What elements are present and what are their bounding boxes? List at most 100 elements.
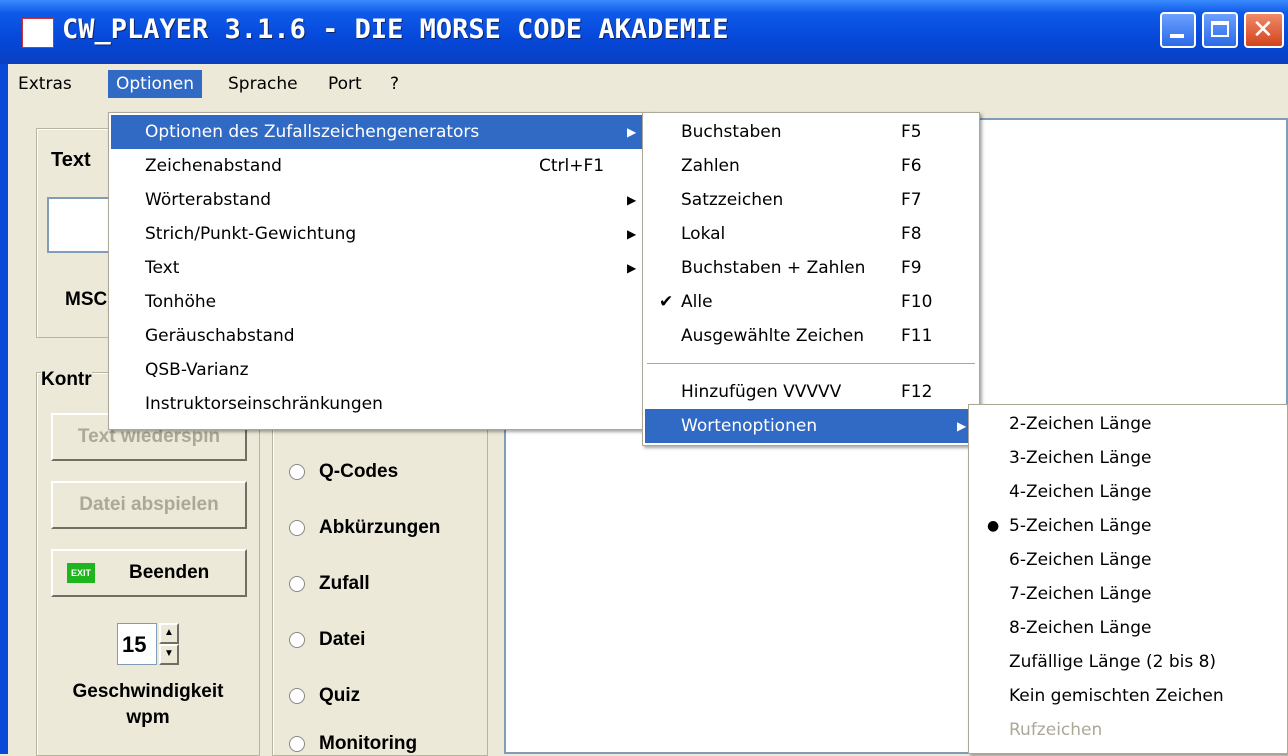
menu-item-shortcut: F7	[901, 190, 922, 210]
menu-item-woerterabstand[interactable]: Wörterabstand ▶	[111, 183, 651, 217]
menu-help[interactable]: ?	[382, 70, 407, 98]
menu-item-label: 6-Zeichen Länge	[1009, 550, 1152, 570]
menu-bar: Extras Optionen Sprache Port ?	[8, 64, 1288, 103]
menu-item-buchstaben[interactable]: Buchstaben F5	[645, 115, 977, 149]
menu-item-shortcut: F11	[901, 326, 933, 346]
window-title: CW_PLAYER 3.1.6 - DIE MORSE CODE AKADEMI…	[62, 14, 729, 45]
submenu-arrow-icon: ▶	[627, 261, 637, 275]
radio-label: Monitoring	[319, 733, 418, 754]
radio-button	[289, 464, 305, 480]
menu-item-tonhoehe[interactable]: Tonhöhe	[111, 285, 651, 319]
menu-item-rufzeichen[interactable]: Rufzeichen	[971, 713, 1285, 747]
speed-value-field[interactable]: 15	[117, 623, 157, 665]
menu-item-zahlen[interactable]: Zahlen F6	[645, 149, 977, 183]
menu-item-label: Hinzufügen VVVVV	[681, 382, 842, 402]
menu-item-ausgewaehlte[interactable]: Ausgewählte Zeichen F11	[645, 319, 977, 353]
menu-item-shortcut: F8	[901, 224, 922, 244]
bullet-icon: ●	[987, 518, 1000, 534]
menu-item-label: Instruktorseinschränkungen	[145, 394, 383, 414]
play-file-button[interactable]: Datei abspielen	[51, 481, 247, 529]
radio-button	[289, 736, 305, 752]
radio-button	[289, 520, 305, 536]
menu-item-no-mixed[interactable]: Kein gemischten Zeichen	[971, 679, 1285, 713]
menu-optionen[interactable]: Optionen	[108, 70, 202, 98]
speed-down-button[interactable]: ▼	[159, 644, 179, 665]
menu-item-label: Alle	[681, 292, 713, 312]
menu-item-shortcut: F12	[901, 382, 933, 402]
menu-item-lokal[interactable]: Lokal F8	[645, 217, 977, 251]
menu-item-label: 5-Zeichen Länge	[1009, 516, 1152, 536]
speed-up-button[interactable]: ▲	[159, 623, 179, 644]
menu-item-weighting[interactable]: Strich/Punkt-Gewichtung ▶	[111, 217, 651, 251]
radio-button	[289, 632, 305, 648]
menu-item-text[interactable]: Text ▶	[111, 251, 651, 285]
app-window: CW_PLAYER 3.1.6 - DIE MORSE CODE AKADEMI…	[0, 0, 1288, 756]
menu-item-zeichenabstand[interactable]: Zeichenabstand Ctrl+F1	[111, 149, 651, 183]
menu-port[interactable]: Port	[320, 70, 370, 98]
maximize-icon	[1211, 21, 1229, 37]
optionen-menu: Optionen des Zufallszeichengenerators ▶ …	[108, 112, 654, 430]
menu-item-len-7[interactable]: 7-Zeichen Länge	[971, 577, 1285, 611]
menu-item-label: Buchstaben	[681, 122, 782, 142]
submenu-arrow-icon: ▶	[627, 125, 637, 139]
minimize-icon	[1170, 34, 1184, 38]
speed-unit-label: wpm	[126, 707, 170, 728]
menu-separator	[647, 363, 975, 365]
menu-item-label: Zeichenabstand	[145, 156, 282, 176]
menu-item-label: Text	[145, 258, 180, 278]
maximize-button[interactable]	[1202, 12, 1238, 48]
menu-sprache[interactable]: Sprache	[220, 70, 306, 98]
menu-item-len-5[interactable]: ● 5-Zeichen Länge	[971, 509, 1285, 543]
menu-item-len-4[interactable]: 4-Zeichen Länge	[971, 475, 1285, 509]
menu-item-label: Lokal	[681, 224, 726, 244]
generator-submenu: Buchstaben F5 Zahlen F6 Satzzeichen F7 L…	[642, 112, 980, 446]
radio-label: Q-Codes	[319, 461, 399, 482]
msc-label: MSC	[65, 289, 108, 310]
menu-item-len-8[interactable]: 8-Zeichen Länge	[971, 611, 1285, 645]
menu-item-label: Wortenoptionen	[681, 416, 818, 436]
wortenoptionen-submenu: 2-Zeichen Länge 3-Zeichen Länge 4-Zeiche…	[968, 404, 1288, 754]
menu-item-qsb[interactable]: QSB-Varianz	[111, 353, 651, 387]
submenu-arrow-icon: ▶	[957, 419, 967, 433]
menu-item-instructor[interactable]: Instruktorseinschränkungen	[111, 387, 651, 421]
menu-item-label: Geräuschabstand	[145, 326, 295, 346]
menu-item-label: Tonhöhe	[145, 292, 217, 312]
exit-button[interactable]: EXIT Beenden	[51, 549, 247, 597]
menu-item-shortcut: F5	[901, 122, 922, 142]
menu-item-geraeuschabstand[interactable]: Geräuschabstand	[111, 319, 651, 353]
menu-item-vvvvv[interactable]: Hinzufügen VVVVV F12	[645, 375, 977, 409]
menu-item-len-2[interactable]: 2-Zeichen Länge	[971, 407, 1285, 441]
menu-item-shortcut: F6	[901, 156, 922, 176]
menu-item-satzzeichen[interactable]: Satzzeichen F7	[645, 183, 977, 217]
menu-item-buchstaben-zahlen[interactable]: Buchstaben + Zahlen F9	[645, 251, 977, 285]
minimize-button[interactable]	[1160, 12, 1196, 48]
control-group-label: Kontr	[41, 369, 92, 391]
menu-item-label: 2-Zeichen Länge	[1009, 414, 1152, 434]
menu-item-len-6[interactable]: 6-Zeichen Länge	[971, 543, 1285, 577]
submenu-arrow-icon: ▶	[627, 193, 637, 207]
menu-item-label: Kein gemischten Zeichen	[1009, 686, 1224, 706]
speed-value: 15	[122, 632, 147, 657]
radio-button	[289, 576, 305, 592]
radio-label: Quiz	[319, 685, 361, 706]
menu-item-alle[interactable]: ✔ Alle F10	[645, 285, 977, 319]
close-button[interactable]: ✕	[1244, 12, 1284, 48]
menu-item-generator-options[interactable]: Optionen des Zufallszeichengenerators ▶	[111, 115, 651, 149]
menu-item-label: Rufzeichen	[1009, 720, 1103, 740]
menu-item-label: Buchstaben + Zahlen	[681, 258, 866, 278]
title-bar[interactable]: CW_PLAYER 3.1.6 - DIE MORSE CODE AKADEMI…	[0, 0, 1288, 64]
speed-label: Geschwindigkeit	[72, 681, 224, 702]
menu-item-label: Ausgewählte Zeichen	[681, 326, 865, 346]
menu-item-label: 3-Zeichen Länge	[1009, 448, 1152, 468]
menu-item-wortenoptionen[interactable]: Wortenoptionen ▶	[645, 409, 977, 443]
menu-item-label: Zufällige Länge (2 bis 8)	[1009, 652, 1217, 672]
menu-item-len-random[interactable]: Zufällige Länge (2 bis 8)	[971, 645, 1285, 679]
menu-item-label: Zahlen	[681, 156, 740, 176]
app-icon	[22, 18, 54, 48]
menu-item-len-3[interactable]: 3-Zeichen Länge	[971, 441, 1285, 475]
submenu-arrow-icon: ▶	[627, 227, 637, 241]
menu-extras[interactable]: Extras	[10, 70, 80, 98]
exit-button-label: Beenden	[129, 562, 210, 583]
menu-item-label: Strich/Punkt-Gewichtung	[145, 224, 357, 244]
menu-item-shortcut: Ctrl+F1	[539, 156, 605, 176]
